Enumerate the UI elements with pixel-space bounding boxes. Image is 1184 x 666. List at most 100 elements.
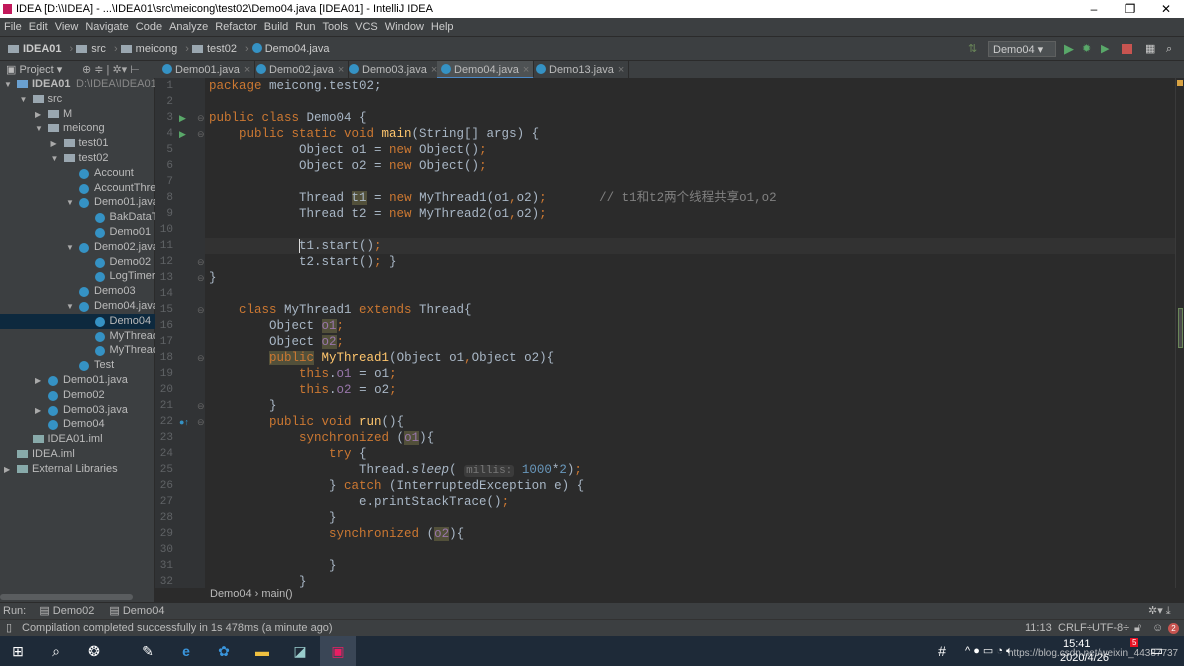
code-editor[interactable]: package meicong.test02; public class Demo… (205, 78, 1175, 588)
tree-item[interactable]: ▼ src (0, 92, 155, 107)
search-icon[interactable]: ⌕ (38, 636, 74, 666)
menu-tools[interactable]: Tools (322, 21, 348, 33)
run-icon[interactable]: ▶ (1064, 37, 1074, 61)
tree-item[interactable]: ▼ Demo04.java (0, 299, 159, 314)
tab-demo01-java[interactable]: Demo01.java × (158, 61, 256, 79)
expanded-arrow-icon[interactable]: ▼ (66, 195, 74, 210)
crumb-method[interactable]: main() (261, 588, 292, 600)
caret-position[interactable]: 11:13 (1025, 620, 1052, 637)
tree-item[interactable]: Demo04 (0, 313, 155, 329)
menu-vcs[interactable]: VCS (355, 21, 378, 33)
toggle-tool-windows-icon[interactable]: ▯ (6, 620, 12, 637)
tree-item[interactable]: Demo04 (0, 417, 155, 432)
file-explorer-icon[interactable]: ▬ (244, 636, 280, 666)
tree-item[interactable]: ▼ Demo01.java (0, 195, 159, 210)
fold-icon[interactable]: ⊖ (197, 417, 205, 428)
tree-item[interactable]: AccountThrea (0, 181, 162, 196)
run-main-icon[interactable]: ▶ (179, 129, 186, 140)
project-scrollbar[interactable] (0, 594, 133, 600)
expanded-arrow-icon[interactable]: ▼ (51, 151, 59, 166)
fold-icon[interactable]: ⊖ (197, 257, 205, 268)
expanded-arrow-icon[interactable]: ▼ (20, 92, 28, 107)
run-config-select[interactable]: Demo04 ▾ (988, 41, 1056, 57)
tree-item[interactable]: ▼ Demo02.java (0, 240, 159, 255)
action-center-icon[interactable]: ▭ (1150, 642, 1163, 659)
keyboard-icon[interactable]: # (924, 636, 960, 666)
crumb-class[interactable]: Demo04 (210, 588, 252, 600)
tab-demo04-java[interactable]: Demo04.java × (437, 61, 535, 79)
project-structure-icon[interactable]: ▦ (1145, 37, 1155, 61)
debug-icon[interactable]: ✹ (1082, 37, 1091, 61)
editor-scrollbar[interactable] (1178, 308, 1183, 348)
tree-item[interactable]: Demo02 (0, 255, 155, 270)
tree-item[interactable]: ▶ Demo01.java (0, 373, 155, 388)
tree-item[interactable]: MyThread (0, 329, 159, 344)
collapsed-arrow-icon[interactable]: ▶ (35, 107, 41, 122)
build-icon[interactable]: ⇅ (968, 37, 977, 61)
minimize-button[interactable]: – (1076, 0, 1112, 18)
fold-icon[interactable]: ⊖ (197, 129, 205, 140)
error-stripe[interactable] (1175, 78, 1184, 588)
tree-item[interactable]: Demo01 (0, 225, 155, 240)
baidu-icon[interactable]: ✿ (206, 636, 242, 666)
start-icon[interactable]: ⊞ (0, 636, 36, 666)
breadcrumb-item[interactable]: test02 (191, 43, 237, 55)
tree-item[interactable]: ▼ test02 (0, 151, 155, 166)
close-tab-icon[interactable]: × (618, 64, 624, 76)
menu-help[interactable]: Help (431, 21, 454, 33)
tab-demo13-java[interactable]: Demo13.java × (532, 61, 630, 79)
tree-item[interactable]: IDEA01.iml (0, 432, 155, 447)
tree-item[interactable]: ▶ External Libraries (0, 462, 155, 477)
project-view-select[interactable]: ▣ Project ▾ (6, 63, 62, 77)
fold-icon[interactable]: ⊖ (197, 353, 205, 364)
notifications-badge[interactable]: 2 (1168, 623, 1179, 634)
menu-window[interactable]: Window (385, 21, 424, 33)
inspector-icon[interactable]: ☺ (1152, 620, 1163, 637)
breadcrumb-item[interactable]: src (76, 43, 106, 55)
line-separator[interactable]: CRLF÷ (1058, 620, 1093, 637)
menu-refactor[interactable]: Refactor (215, 21, 257, 33)
close-tab-icon[interactable]: × (523, 64, 529, 76)
tree-item[interactable]: ▶ Demo03.java (0, 403, 155, 418)
collapsed-arrow-icon[interactable]: ▶ (35, 373, 41, 388)
tab-demo03-java[interactable]: Demo03.java × (345, 61, 443, 79)
run-class-icon[interactable]: ▶ (179, 113, 186, 124)
app-icon[interactable]: ✎ (130, 636, 166, 666)
tree-item[interactable]: ▶ test01 (0, 136, 155, 151)
edge-icon[interactable]: e (168, 636, 204, 666)
lock-icon[interactable]: 🔓︎ (1134, 620, 1141, 637)
collapsed-arrow-icon[interactable]: ▶ (51, 136, 57, 151)
menu-run[interactable]: Run (295, 21, 315, 33)
close-tab-icon[interactable]: × (338, 64, 344, 76)
project-tool-icons[interactable]: ⊕ ≑ | ✲▾ ⊢ (82, 63, 140, 77)
restore-button[interactable]: ❐ (1112, 0, 1148, 18)
run-tab-demo04[interactable]: ▤ Demo04 (109, 605, 164, 617)
app-icon[interactable]: ◪ (282, 636, 318, 666)
breadcrumb-item[interactable]: Demo04.java (251, 43, 330, 55)
tree-item[interactable]: ▼ IDEA01 D:\IDEA\IDEA01 (0, 77, 157, 92)
intellij-taskbar-icon[interactable]: ▣ (320, 636, 356, 666)
menu-edit[interactable]: Edit (29, 21, 48, 33)
fold-icon[interactable]: ⊖ (197, 305, 205, 316)
settings-icon[interactable]: ✲▾ ⤓ (1148, 603, 1171, 620)
close-tab-icon[interactable]: × (244, 64, 250, 76)
collapsed-arrow-icon[interactable]: ▶ (35, 403, 41, 418)
tree-item[interactable]: LogTimer (0, 269, 156, 284)
override-icon[interactable]: ●↑ (179, 417, 189, 427)
menu-build[interactable]: Build (264, 21, 288, 33)
expanded-arrow-icon[interactable]: ▼ (66, 299, 74, 314)
menu-code[interactable]: Code (136, 21, 162, 33)
expanded-arrow-icon[interactable]: ▼ (66, 240, 74, 255)
tree-item[interactable]: Account (0, 166, 155, 181)
breadcrumb-item[interactable]: IDEA01 (8, 43, 62, 55)
stop-icon[interactable] (1122, 44, 1132, 54)
collapsed-arrow-icon[interactable]: ▶ (4, 462, 10, 477)
menu-view[interactable]: View (55, 21, 79, 33)
run-tab-demo02[interactable]: ▤ Demo02 (39, 605, 94, 617)
expanded-arrow-icon[interactable]: ▼ (35, 121, 43, 136)
fold-icon[interactable]: ⊖ (197, 273, 205, 284)
tree-item[interactable]: Demo03 (0, 284, 155, 299)
menu-file[interactable]: File (4, 21, 22, 33)
tree-item[interactable]: ▼ meicong (0, 121, 155, 136)
expanded-arrow-icon[interactable]: ▼ (4, 77, 12, 92)
